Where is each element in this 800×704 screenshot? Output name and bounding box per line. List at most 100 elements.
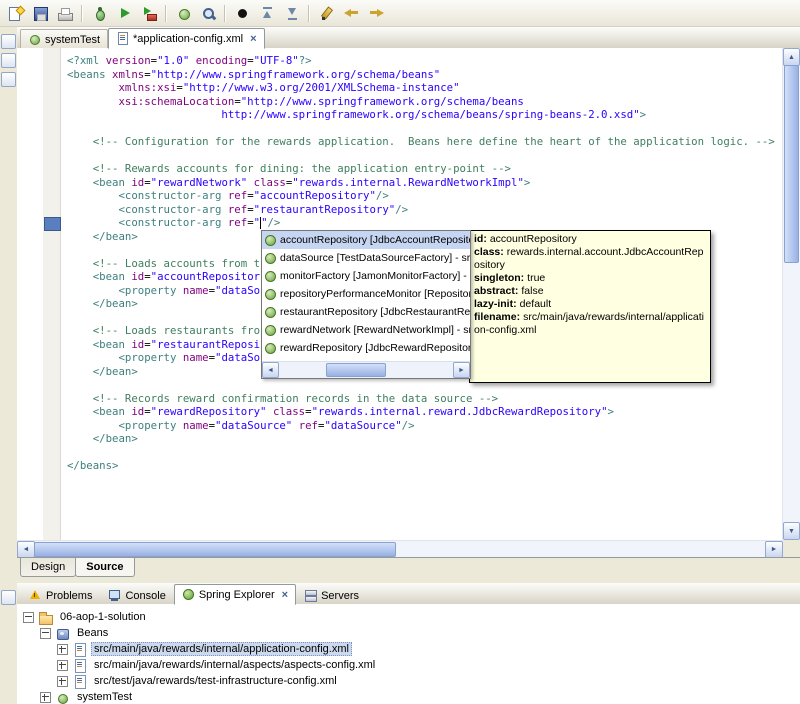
eti-bean-file-icon bbox=[28, 33, 41, 46]
view-tab-label: Spring Explorer bbox=[198, 588, 275, 601]
debug-button[interactable] bbox=[87, 1, 111, 25]
view-tab-1[interactable]: Console bbox=[100, 585, 173, 605]
xml-editor[interactable]: <?xml version="1.0" encoding="UTF-8"?> <b… bbox=[17, 48, 800, 540]
code-token: "rewardRepository" bbox=[150, 405, 267, 418]
content-assist-item[interactable]: repositoryPerformanceMonitor [Repository… bbox=[262, 285, 470, 303]
editor-horizontal-scrollbar[interactable]: ◄ ► bbox=[17, 540, 783, 558]
content-assist-item[interactable]: rewardNetwork [RewardNetworkImpl] - src/… bbox=[262, 321, 470, 339]
view-tab-2[interactable]: Spring Explorer × bbox=[173, 584, 297, 605]
bean-detail-label: id: bbox=[474, 233, 487, 245]
bean-detail-row: singleton: true bbox=[474, 272, 706, 285]
content-assist-item[interactable]: accountRepository [JdbcAccountRepository… bbox=[262, 231, 470, 249]
editor-vertical-scrollbar[interactable]: ▲ ▼ bbox=[782, 48, 800, 540]
run-button[interactable] bbox=[112, 1, 136, 25]
tree-item[interactable]: Beans bbox=[17, 625, 800, 641]
vertical-scrollbar-thumb[interactable] bbox=[784, 65, 799, 263]
view-tab-3[interactable]: Servers bbox=[296, 585, 367, 605]
editor-tab-1[interactable]: *application-config.xml × bbox=[108, 28, 265, 49]
minus-expander-icon[interactable] bbox=[40, 627, 51, 639]
popup-horizontal-scrollbar[interactable]: ◄ ► bbox=[262, 361, 470, 378]
content-assist-item[interactable]: rewardRepository [JdbcRewardRepository] … bbox=[262, 339, 470, 357]
view-tab-0[interactable]: Problems bbox=[21, 585, 100, 605]
code-token: "dataSource" bbox=[324, 418, 402, 432]
code-line: </bean> bbox=[67, 432, 783, 446]
code-token: name bbox=[182, 351, 209, 364]
bean-detail-value: false bbox=[521, 285, 544, 297]
content-assist-item[interactable]: monitorFactory [JamonMonitorFactory] - s… bbox=[262, 267, 470, 285]
close-icon[interactable]: × bbox=[282, 589, 288, 601]
record-button[interactable] bbox=[230, 1, 254, 25]
new-wizard-button[interactable] bbox=[3, 1, 27, 25]
code-token: "dataSo bbox=[215, 283, 261, 297]
search-icon bbox=[200, 5, 217, 22]
code-token: ref bbox=[227, 216, 248, 229]
editor-scroll-left-button[interactable]: ◄ bbox=[17, 541, 35, 558]
scroll-up-button[interactable]: ▲ bbox=[783, 48, 800, 66]
editor-scroll-right-button[interactable]: ► bbox=[765, 541, 783, 558]
editor-tab-0[interactable]: systemTest bbox=[20, 29, 109, 49]
code-token: "accountRepositor bbox=[150, 270, 261, 283]
code-token: "rewards.internal.RewardNetworkImpl" bbox=[292, 175, 524, 189]
tree-item[interactable]: src/test/java/rewards/test-infrastructur… bbox=[17, 673, 800, 689]
plus-expander-icon[interactable] bbox=[40, 691, 51, 703]
popup-scrollbar-thumb[interactable] bbox=[326, 363, 386, 377]
code-token: class bbox=[272, 405, 306, 418]
prev-annotation-button[interactable] bbox=[255, 1, 279, 25]
tree-item[interactable]: 06-aop-1-solution bbox=[17, 609, 800, 625]
forward-button[interactable] bbox=[364, 1, 388, 25]
restore-fast-view-icon[interactable] bbox=[1, 34, 16, 49]
horizontal-scrollbar-thumb[interactable] bbox=[34, 542, 396, 557]
search-button[interactable] bbox=[196, 1, 220, 25]
last-edit-location-button[interactable] bbox=[314, 1, 338, 25]
plus-expander-icon[interactable] bbox=[57, 675, 68, 687]
new-wizard-icon bbox=[7, 5, 24, 22]
popup-scroll-right-button[interactable]: ► bbox=[453, 362, 470, 378]
code-token: > bbox=[523, 175, 531, 189]
toolbar-separator bbox=[81, 4, 83, 22]
tree-item[interactable]: systemTest bbox=[17, 689, 800, 704]
code-token: </bean> bbox=[92, 364, 138, 378]
ti-bean-icon bbox=[55, 690, 70, 704]
content-assist-item[interactable]: dataSource [TestDataSourceFactory] - src… bbox=[262, 249, 470, 267]
mode-tab-source[interactable]: Source bbox=[75, 558, 135, 577]
mode-tab-design[interactable]: Design bbox=[20, 558, 77, 577]
code-token: <bean bbox=[92, 270, 132, 283]
tree-item-label: src/test/java/rewards/test-infrastructur… bbox=[94, 675, 337, 687]
code-token: /> bbox=[267, 216, 281, 229]
tree-item[interactable]: src/main/java/rewards/internal/aspects/a… bbox=[17, 657, 800, 673]
bti-servers-icon bbox=[304, 589, 318, 602]
package-explorer-fast-view-icon[interactable] bbox=[1, 53, 16, 68]
spring-fast-view-icon[interactable] bbox=[1, 590, 16, 605]
tree-item[interactable]: src/main/java/rewards/internal/applicati… bbox=[17, 641, 800, 657]
toolbar-separator bbox=[224, 4, 226, 22]
next-annotation-button[interactable] bbox=[280, 1, 304, 25]
save-icon bbox=[32, 5, 49, 22]
print-icon bbox=[57, 5, 74, 22]
new-bean-button[interactable] bbox=[171, 1, 195, 25]
save-button[interactable] bbox=[28, 1, 52, 25]
external-tools-button[interactable] bbox=[137, 1, 161, 25]
code-token: <!-- Loads restaurants fro bbox=[92, 324, 261, 337]
scroll-down-button[interactable]: ▼ bbox=[783, 522, 800, 540]
plus-expander-icon[interactable] bbox=[57, 643, 68, 655]
back-button[interactable] bbox=[339, 1, 363, 25]
code-token: "http://www.w3.org/2001/XMLSchema-instan… bbox=[182, 81, 460, 94]
outline-fast-view-icon[interactable] bbox=[1, 72, 16, 87]
content-assist-list: accountRepository [JdbcAccountRepository… bbox=[262, 231, 470, 357]
code-line: <bean id="rewardRepository" class="rewar… bbox=[67, 405, 783, 419]
close-icon[interactable]: × bbox=[250, 33, 256, 45]
code-line: <!-- Rewards accounts for dining: the ap… bbox=[67, 162, 783, 176]
content-assist-item[interactable]: restaurantRepository [JdbcRestaurantRepo… bbox=[262, 303, 470, 321]
content-assist-popup: accountRepository [JdbcAccountRepository… bbox=[261, 230, 471, 379]
spring-explorer-tree[interactable]: 06-aop-1-solution Beans src/main/java/rewa… bbox=[17, 604, 800, 704]
minus-expander-icon[interactable] bbox=[23, 611, 34, 623]
popup-scroll-left-button[interactable]: ◄ bbox=[262, 362, 279, 378]
code-line: <bean id="rewardNetwork" class="rewards.… bbox=[67, 176, 783, 190]
code-token: id bbox=[131, 337, 145, 351]
plus-expander-icon[interactable] bbox=[57, 659, 68, 671]
eclipse-window: systemTest *application-config.xml × <?xml… bbox=[0, 0, 800, 704]
print-button[interactable] bbox=[53, 1, 77, 25]
